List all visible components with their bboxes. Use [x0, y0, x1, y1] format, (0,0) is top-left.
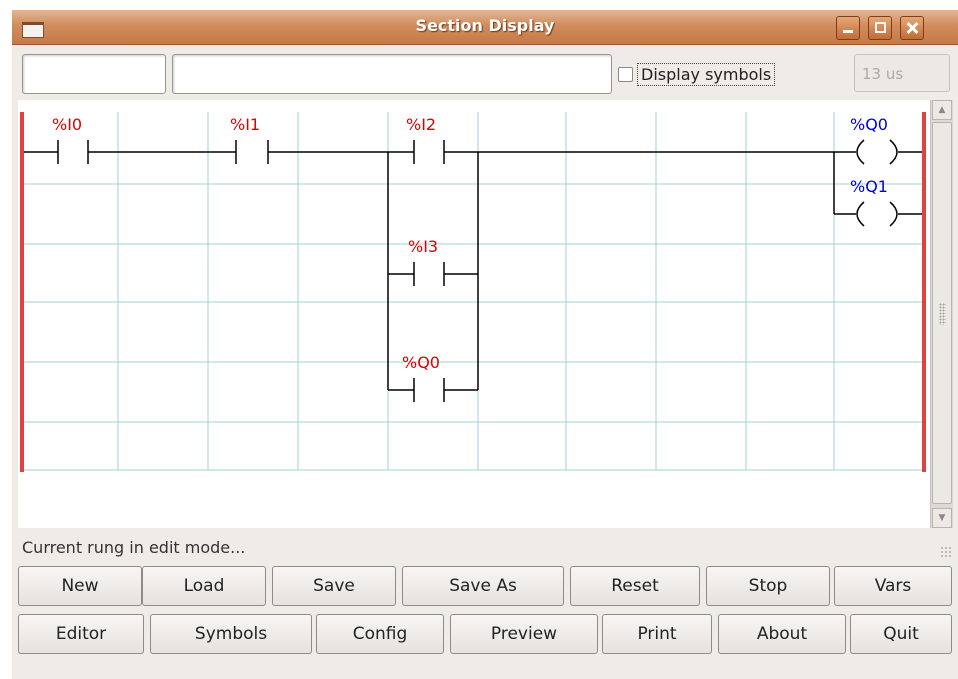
minimize-icon: [843, 30, 853, 33]
about-button[interactable]: About: [718, 614, 846, 654]
editor-button[interactable]: Editor: [18, 614, 144, 654]
scroll-thumb[interactable]: [932, 122, 952, 504]
cycle-time-display: 13 us: [854, 54, 950, 92]
contact-i2[interactable]: %I2: [406, 115, 445, 164]
coil-arc-right: [889, 139, 898, 165]
stop-button[interactable]: Stop: [706, 566, 830, 606]
ladder-diagram[interactable]: %I0 %I1 %I2 %I3 %Q0 %Q0 %Q1: [18, 100, 930, 528]
status-bar: Current rung in edit mode...: [22, 538, 246, 557]
maximize-button[interactable]: [868, 16, 892, 40]
coil-arc-left: [856, 201, 865, 227]
print-button[interactable]: Print: [602, 614, 712, 654]
contact-label: %I3: [408, 237, 438, 256]
preview-button[interactable]: Preview: [450, 614, 598, 654]
save-as-button[interactable]: Save As: [402, 566, 564, 606]
scroll-up-icon[interactable]: ▲: [932, 100, 952, 120]
quit-button[interactable]: Quit: [850, 614, 952, 654]
maximize-icon: [875, 22, 886, 33]
title-bar[interactable]: Section Display: [12, 10, 958, 45]
coil-q0[interactable]: %Q0: [850, 115, 898, 165]
contact-q0[interactable]: %Q0: [402, 353, 445, 402]
load-button[interactable]: Load: [142, 566, 266, 606]
reset-button[interactable]: Reset: [570, 566, 700, 606]
right-power-rail: [922, 112, 926, 472]
display-symbols-toggle[interactable]: Display symbols: [618, 62, 776, 86]
save-button[interactable]: Save: [272, 566, 396, 606]
minimize-button[interactable]: [836, 16, 860, 40]
display-symbols-checkbox[interactable]: [618, 66, 633, 82]
wiring: [24, 151, 922, 391]
window-title: Section Display: [415, 16, 555, 35]
grid: [20, 112, 922, 471]
background-caption: ... ... ... ...: [0, 0, 958, 3]
config-button[interactable]: Config: [316, 614, 444, 654]
scroll-down-icon[interactable]: ▼: [932, 508, 952, 528]
contact-label: %I1: [230, 115, 260, 134]
coil-arc-left: [856, 139, 865, 165]
contact-label: %Q0: [402, 353, 440, 372]
coil-label: %Q1: [850, 177, 888, 196]
coil-arc-right: [889, 201, 898, 227]
ladder-canvas[interactable]: %I0 %I1 %I2 %I3 %Q0 %Q0 %Q1: [18, 100, 930, 528]
rung-label-field[interactable]: [22, 54, 166, 94]
close-button[interactable]: [900, 16, 924, 40]
left-power-rail: [20, 112, 24, 472]
contact-label: %I2: [406, 115, 436, 134]
vertical-scrollbar[interactable]: ▲ ▼: [930, 100, 953, 528]
symbols-button[interactable]: Symbols: [150, 614, 312, 654]
vars-button[interactable]: Vars: [834, 566, 952, 606]
coil-label: %Q0: [850, 115, 888, 134]
grip-icon: [939, 303, 946, 325]
contact-i1[interactable]: %I1: [230, 115, 269, 164]
contact-label: %I0: [52, 115, 82, 134]
section-display-window: Section Display Display symbols 13 us %I…: [12, 10, 958, 679]
new-button[interactable]: New: [18, 566, 142, 606]
resize-grip-icon[interactable]: [940, 546, 952, 558]
contact-i0[interactable]: %I0: [52, 115, 89, 164]
display-symbols-label[interactable]: Display symbols: [637, 62, 776, 86]
rung-comment-field[interactable]: [172, 54, 612, 94]
